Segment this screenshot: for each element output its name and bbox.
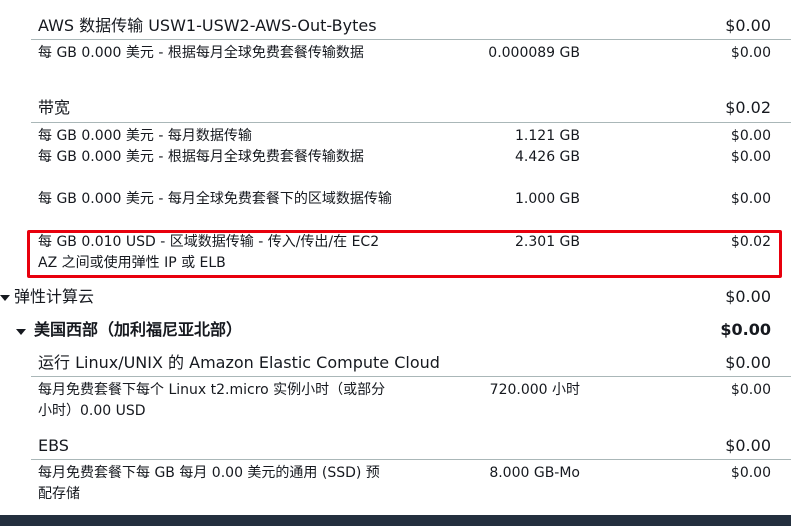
section-name-ebs: EBS bbox=[38, 436, 69, 455]
line-item-desc: 每 GB 0.000 美元 - 根据每月全球免费套餐传输数据 bbox=[38, 149, 364, 165]
line-item-amount: $0.00 bbox=[730, 128, 771, 144]
line-item-amount: $0.00 bbox=[730, 465, 771, 481]
section-name-region[interactable]: 美国西部（加利福尼亚北部） bbox=[34, 320, 242, 340]
line-item-desc: 每 GB 0.000 美元 - 每月数据传输 bbox=[38, 128, 252, 144]
line-item-amount: $0.00 bbox=[730, 45, 771, 61]
section-name-bandwidth: 带宽 bbox=[38, 98, 71, 117]
section-name-ec2[interactable]: 弹性计算云 bbox=[14, 287, 94, 307]
line-item-amount: $0.00 bbox=[730, 191, 771, 207]
footer-bar bbox=[0, 515, 791, 526]
divider bbox=[31, 459, 791, 460]
billing-details-page: AWS 数据传输 USW1-USW2-AWS-Out-Bytes $0.00 每… bbox=[0, 0, 791, 526]
section-amount-ec2: $0.00 bbox=[725, 287, 771, 306]
section-amount-ebs: $0.00 bbox=[725, 436, 771, 455]
line-item-desc: 每月免费套餐下每 GB 每月 0.00 美元的通用 (SSD) 预配存储 bbox=[38, 465, 380, 502]
section-amount-region: $0.00 bbox=[720, 320, 771, 339]
section-amount-bandwidth: $0.02 bbox=[725, 98, 771, 117]
line-item-desc: 每 GB 0.000 美元 - 根据每月全球免费套餐传输数据 bbox=[38, 45, 364, 61]
caret-down-icon[interactable] bbox=[0, 295, 10, 301]
line-item-desc: 每月免费套餐下每个 Linux t2.micro 实例小时（或部分小时）0.00… bbox=[38, 382, 386, 419]
line-item-amount: $0.00 bbox=[730, 149, 771, 165]
highlight-box bbox=[27, 230, 782, 278]
divider bbox=[31, 376, 791, 377]
section-amount-linux: $0.00 bbox=[725, 353, 771, 372]
divider bbox=[31, 122, 791, 123]
caret-down-icon[interactable] bbox=[16, 329, 26, 335]
divider bbox=[31, 39, 791, 40]
line-item-qty: 720.000 小时 bbox=[489, 382, 580, 398]
section-amount-aws-transfer: $0.00 bbox=[725, 16, 771, 35]
line-item-amount: $0.00 bbox=[730, 382, 771, 398]
line-item-desc: 每 GB 0.000 美元 - 每月全球免费套餐下的区域数据传输 bbox=[38, 191, 392, 207]
line-item-qty: 1.121 GB bbox=[515, 128, 580, 144]
line-item-qty: 8.000 GB-Mo bbox=[489, 465, 580, 481]
line-item-qty: 1.000 GB bbox=[515, 191, 580, 207]
line-item-qty: 4.426 GB bbox=[515, 149, 580, 165]
section-name-aws-transfer: AWS 数据传输 USW1-USW2-AWS-Out-Bytes bbox=[38, 16, 377, 35]
section-name-linux: 运行 Linux/UNIX 的 Amazon Elastic Compute C… bbox=[38, 353, 440, 372]
line-item-qty: 0.000089 GB bbox=[488, 45, 580, 61]
